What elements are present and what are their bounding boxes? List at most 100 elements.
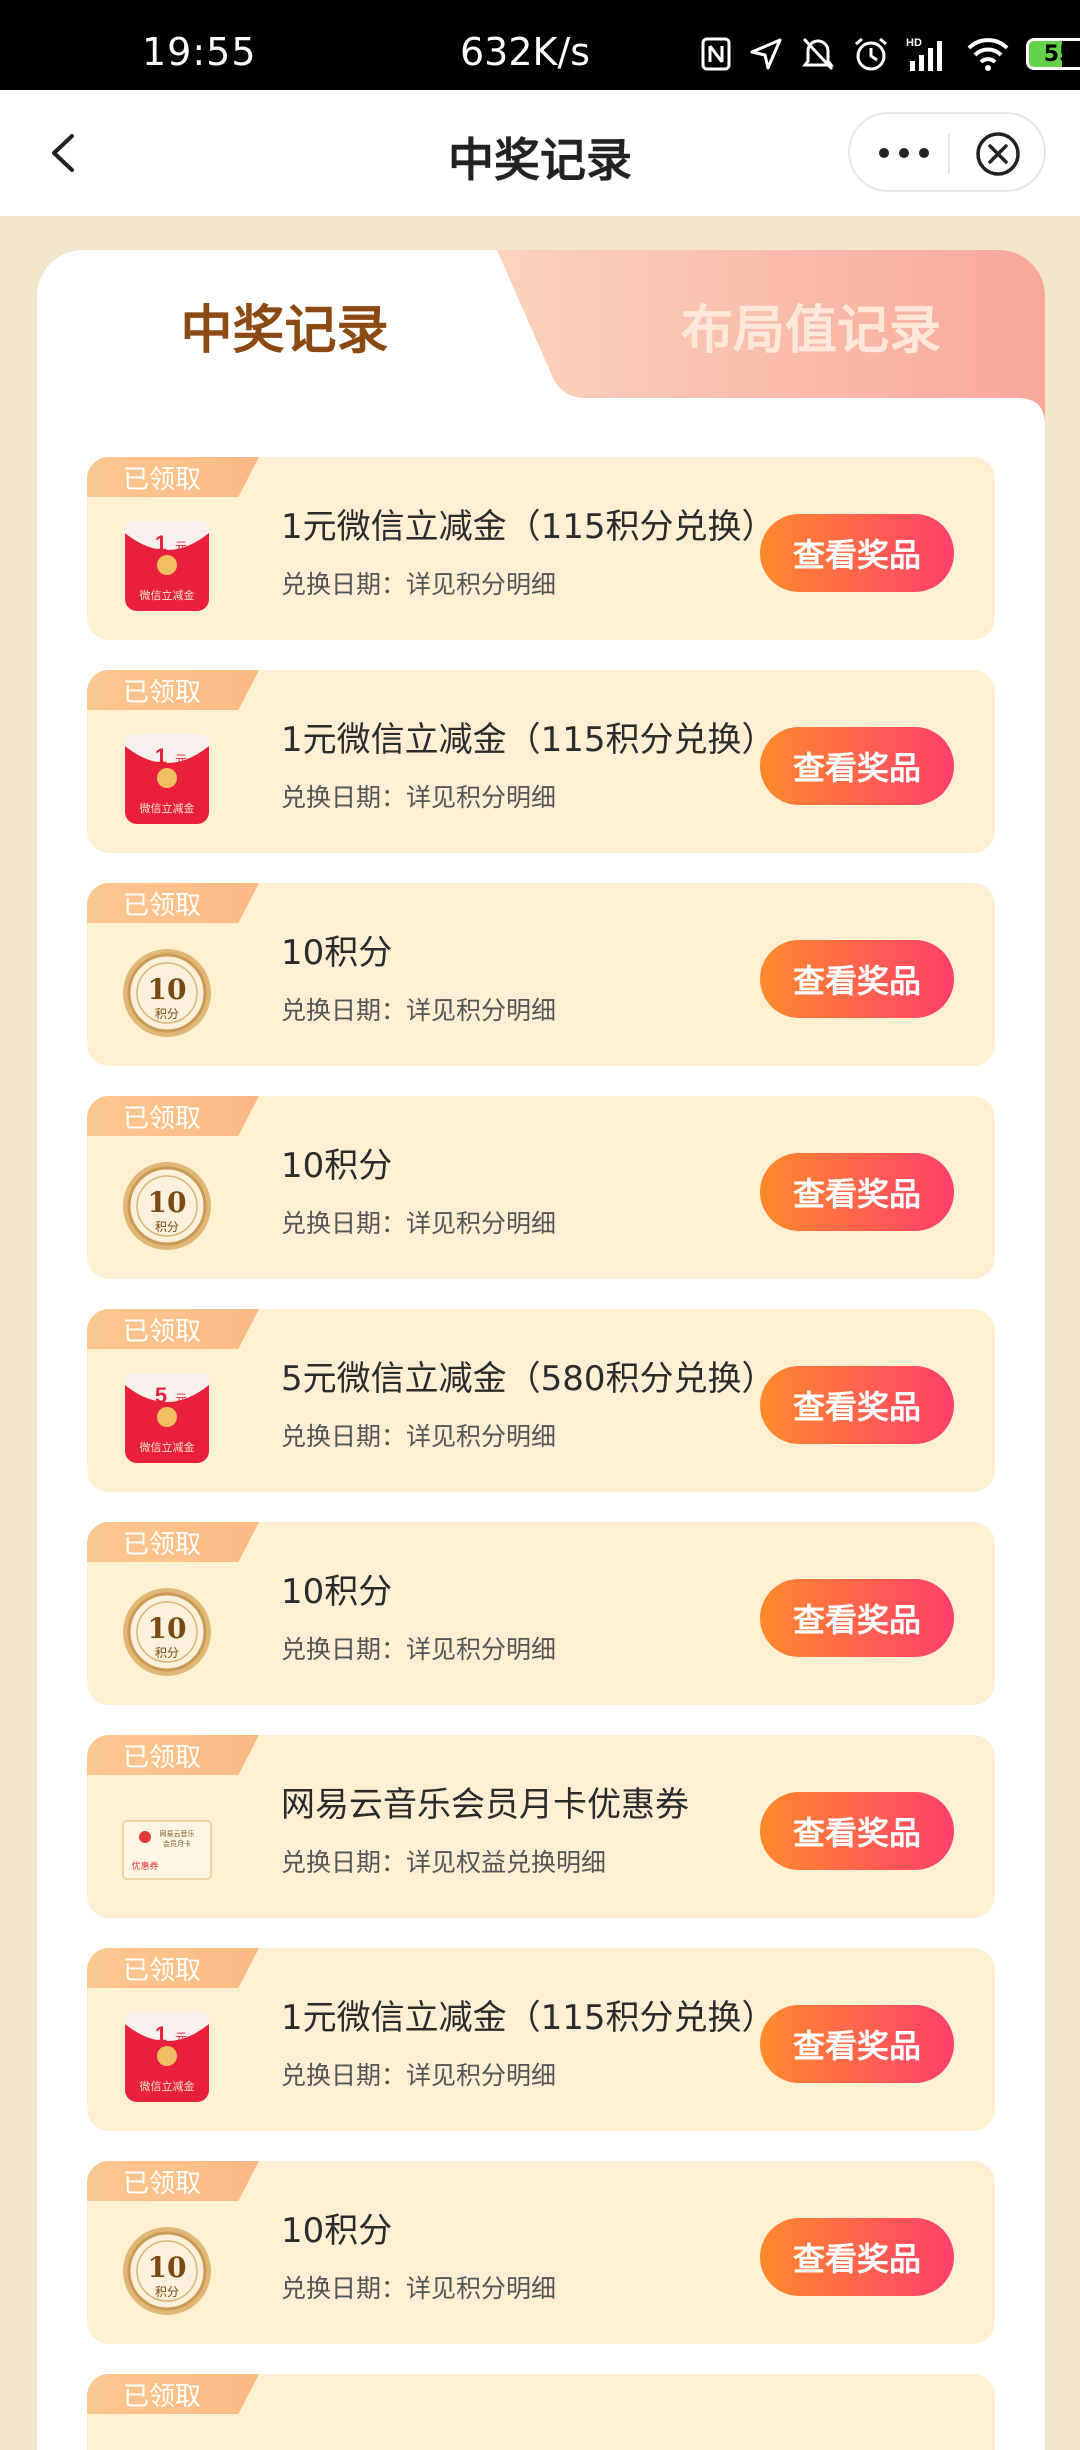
view-prize-button[interactable]: 查看奖品 <box>760 2218 954 2296</box>
record-title: 网易云音乐会员月卡优惠券 <box>281 1785 689 1825</box>
status-time: 19:55 <box>142 30 257 74</box>
record-item: 已领取 10 积分 10积分 兑换日期：详见积分明细 查看奖品 <box>87 1096 995 1279</box>
envelope-amount: 1 <box>155 2022 167 2047</box>
envelope-caption: 微信立减金 <box>140 801 195 815</box>
red-envelope-icon: 5 元微信立减金 <box>125 1372 209 1463</box>
mini-program-capsule <box>848 112 1046 192</box>
records-card: 中奖记录 布局值记录 已领取 1 元微信立减金 1元微信立减金（115积分兑换） 兑换日… <box>37 250 1045 2450</box>
alarm-icon <box>855 37 887 71</box>
coin-unit: 积分 <box>155 2285 179 2299</box>
record-item: 已领取 网易云音乐 会员月卡 优惠券 网易云音乐会员月卡优惠券 兑换日期：详见权益兑换明细… <box>87 1735 995 1918</box>
view-prize-button[interactable]: 查看奖品 <box>760 940 954 1018</box>
points-coin-icon: 10积分 <box>123 2227 211 2315</box>
capsule-divider <box>948 134 950 174</box>
red-envelope-icon: 1 元微信立减金 <box>125 2011 209 2102</box>
claimed-badge: 已领取 <box>87 1948 259 1988</box>
claimed-badge: 已领取 <box>87 1096 259 1136</box>
nfc-icon <box>701 37 731 71</box>
view-prize-button[interactable]: 查看奖品 <box>760 1366 954 1444</box>
red-envelope-icon: 1 元微信立减金 <box>125 520 209 611</box>
tab-prize-records[interactable]: 中奖记录 <box>37 250 532 400</box>
hd-signal-icon: HD <box>906 37 942 71</box>
record-item: 已领取 1 元微信立减金 1元微信立减金（115积分兑换） 兑换日期：详见积分明细 查看奖… <box>87 457 995 640</box>
record-title: 1元微信立减金（115积分兑换） <box>281 507 776 547</box>
more-icon[interactable] <box>874 138 934 168</box>
battery-icon: 55 <box>1026 38 1080 70</box>
tab-layout-value-records[interactable]: 布局值记录 <box>577 250 1045 400</box>
red-envelope-icon: 1 元微信立减金 <box>125 733 209 824</box>
envelope-unit: 元 <box>175 1392 187 1406</box>
claimed-badge: 已领取 <box>87 1735 259 1775</box>
claimed-badge: 已领取 <box>87 1309 259 1349</box>
claimed-badge: 已领取 <box>87 883 259 923</box>
music-coupon-icon: 网易云音乐会员月卡优惠券 <box>122 1820 212 1880</box>
record-date: 兑换日期：详见积分明细 <box>281 783 557 812</box>
status-icons: HD 55 <box>700 34 1080 74</box>
coin-amount: 10 <box>148 973 187 1006</box>
record-date: 兑换日期：详见积分明细 <box>281 1422 557 1451</box>
envelope-unit: 元 <box>175 540 187 554</box>
envelope-unit: 元 <box>175 2031 187 2045</box>
points-coin-icon: 10积分 <box>123 1162 211 1250</box>
coin-unit: 积分 <box>155 1007 179 1021</box>
status-bar: 19:55 632K/s HD 55 <box>0 0 1080 90</box>
record-title: 10积分 <box>281 1146 393 1186</box>
view-prize-button[interactable]: 查看奖品 <box>760 727 954 805</box>
record-date: 兑换日期：详见积分明细 <box>281 996 557 1025</box>
wifi-icon <box>967 38 1009 71</box>
envelope-amount: 1 <box>155 531 167 556</box>
view-prize-button[interactable]: 查看奖品 <box>760 514 954 592</box>
record-item: 已领取 1 元微信立减金 1元微信立减金（115积分兑换） 兑换日期：详见积分明细 查看奖… <box>87 670 995 853</box>
record-title: 10积分 <box>281 1572 393 1612</box>
record-date: 兑换日期：详见积分明细 <box>281 570 557 599</box>
record-item: 已领取 10 积分 10积分 兑换日期：详见积分明细 查看奖品 <box>87 883 995 1066</box>
coupon-label: 优惠券 <box>131 1860 158 1872</box>
view-prize-button[interactable]: 查看奖品 <box>760 1579 954 1657</box>
points-coin-icon: 10积分 <box>123 949 211 1037</box>
coupon-sub: 会员月卡 <box>163 1839 191 1848</box>
claimed-badge: 已领取 <box>87 670 259 710</box>
record-item: 已领取 1 元微信立减金 1元微信立减金（115积分兑换） 兑换日期：详见积分明细 查看奖… <box>87 1948 995 2131</box>
record-title: 10积分 <box>281 2211 393 2251</box>
record-title: 1元微信立减金（115积分兑换） <box>281 1998 776 2038</box>
record-title: 1元微信立减金（115积分兑换） <box>281 720 776 760</box>
view-prize-button[interactable]: 查看奖品 <box>760 2005 954 2083</box>
title-bar: 中奖记录 <box>0 90 1080 216</box>
record-date: 兑换日期：详见积分明细 <box>281 2274 557 2303</box>
coin-unit: 积分 <box>155 1220 179 1234</box>
record-item: 已领取 <box>87 2374 995 2450</box>
claimed-badge: 已领取 <box>87 2161 259 2201</box>
claimed-badge: 已领取 <box>87 1522 259 1562</box>
record-title: 10积分 <box>281 933 393 973</box>
envelope-amount: 5 <box>155 1383 167 1408</box>
record-item: 已领取 5 元微信立减金 5元微信立减金（580积分兑换） 兑换日期：详见积分明细 查看奖… <box>87 1309 995 1492</box>
envelope-caption: 微信立减金 <box>140 2079 195 2093</box>
coin-amount: 10 <box>148 1612 187 1645</box>
coupon-head: 网易云音乐 <box>160 1829 195 1838</box>
coin-amount: 10 <box>148 1186 187 1219</box>
location-icon <box>750 38 782 70</box>
view-prize-button[interactable]: 查看奖品 <box>760 1153 954 1231</box>
claimed-badge: 已领取 <box>87 457 259 497</box>
close-icon[interactable] <box>974 130 1022 178</box>
record-item: 已领取 10 积分 10积分 兑换日期：详见积分明细 查看奖品 <box>87 1522 995 1705</box>
network-speed: 632K/s <box>460 30 591 74</box>
record-title: 5元微信立减金（580积分兑换） <box>281 1359 776 1399</box>
envelope-caption: 微信立减金 <box>140 1440 195 1454</box>
envelope-unit: 元 <box>175 753 187 767</box>
envelope-caption: 微信立减金 <box>140 588 195 602</box>
coin-unit: 积分 <box>155 1646 179 1660</box>
record-date: 兑换日期：详见权益兑换明细 <box>281 1848 607 1877</box>
points-coin-icon: 10积分 <box>123 1588 211 1676</box>
view-prize-button[interactable]: 查看奖品 <box>760 1792 954 1870</box>
claimed-badge: 已领取 <box>87 2374 259 2414</box>
record-item: 已领取 10 积分 10积分 兑换日期：详见积分明细 查看奖品 <box>87 2161 995 2344</box>
coin-amount: 10 <box>148 2251 187 2284</box>
envelope-amount: 1 <box>155 744 167 769</box>
battery-level: 55 <box>1043 41 1075 67</box>
record-date: 兑换日期：详见积分明细 <box>281 2061 557 2090</box>
record-date: 兑换日期：详见积分明细 <box>281 1209 557 1238</box>
svg-text:HD: HD <box>906 37 922 49</box>
mute-bell-icon <box>802 37 834 71</box>
record-date: 兑换日期：详见积分明细 <box>281 1635 557 1664</box>
